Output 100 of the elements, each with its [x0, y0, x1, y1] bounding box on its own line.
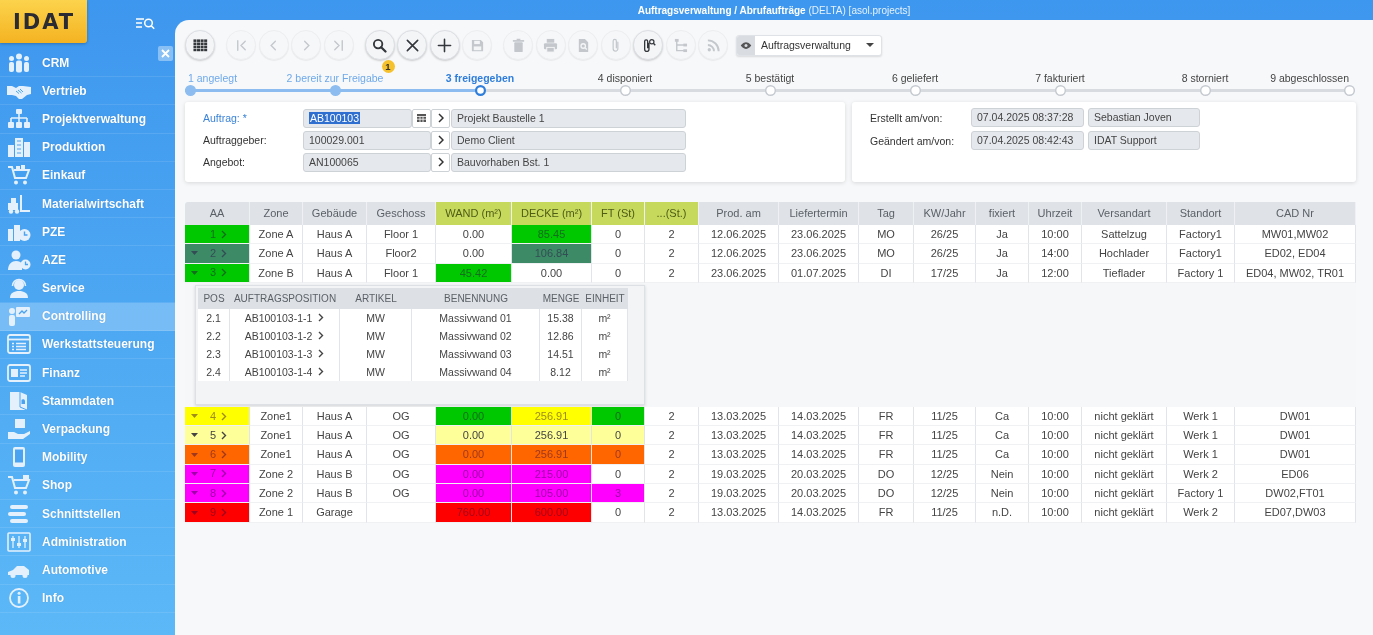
open-button[interactable] [431, 130, 450, 150]
table-cell: 2 [645, 484, 699, 504]
table-cell: 105.00 [512, 484, 592, 504]
row-number: 9 [209, 505, 217, 521]
input-field[interactable]: Sebastian Joven [1088, 108, 1200, 127]
close-icon [404, 37, 420, 53]
column-header[interactable]: Standort [1167, 202, 1235, 225]
table-cell: 12.06.2025 [699, 225, 779, 245]
table-cell: nicht geklärt [1082, 406, 1167, 427]
sidebar-item[interactable]: PZE [0, 218, 175, 247]
input-field[interactable]: AN100065 [303, 152, 431, 172]
status-step[interactable]: 4 disponiert [597, 71, 653, 85]
table-cell: 20.03.2025 [779, 484, 859, 504]
sidebar-item[interactable]: Materialwirtschaft [0, 189, 175, 219]
table-cell: 14.03.2025 [779, 426, 859, 446]
input-field[interactable]: AB100103 [303, 108, 412, 128]
input-field[interactable]: 100029.001 [303, 130, 431, 150]
menu-search-icon[interactable] [136, 17, 155, 30]
column-header[interactable]: KW/Jahr [914, 202, 976, 225]
row-number: 6 [209, 447, 217, 463]
chevron-right-icon [437, 113, 444, 123]
column-header[interactable]: fixiert [976, 202, 1029, 225]
table-cell: 2 [645, 445, 699, 465]
table-cell: 19.03.2025 [699, 464, 779, 485]
column-header[interactable]: BENENNUNG [412, 287, 540, 309]
table-cell: 23.06.2025 [779, 225, 859, 245]
chevron-right-icon [437, 157, 444, 167]
sidebar-item[interactable]: AZE [0, 246, 175, 275]
column-header[interactable]: Liefertermin [779, 202, 859, 225]
table-cell: 11/25 [914, 503, 976, 523]
table-cell: ED04, MW02, TR01 [1235, 263, 1356, 283]
status-step[interactable]: 5 bestätigt [745, 71, 795, 85]
table-cell: 14.03.2025 [779, 503, 859, 523]
table-cell: 12/25 [914, 464, 976, 485]
column-header[interactable]: Geschoss [367, 202, 436, 225]
column-header[interactable]: Uhrzeit [1029, 202, 1082, 225]
table-cell: 0 [592, 426, 645, 446]
table-cell: 0.00 [436, 464, 512, 485]
column-header[interactable]: WAND (m²) [436, 202, 512, 225]
table-cell: Floor2 [367, 244, 436, 264]
table-cell: DO [859, 484, 914, 504]
table-cell: 10:00 [1029, 445, 1082, 465]
add-button[interactable] [429, 30, 460, 60]
table-cell: Garage [303, 503, 367, 523]
column-header[interactable]: Gebäude [303, 202, 367, 225]
field-label: Angebot: [203, 156, 247, 168]
sidebar-item[interactable]: Projektverwaltung [0, 105, 175, 134]
table-cell: Factory1 [1167, 225, 1235, 245]
status-step[interactable]: 3 freigegeben [445, 71, 515, 85]
input-field[interactable]: IDAT Support [1088, 131, 1200, 150]
column-header[interactable]: ARTIKEL [340, 287, 412, 309]
column-header[interactable]: Versandart [1082, 202, 1167, 225]
column-header[interactable]: Zone [250, 202, 303, 225]
column-header[interactable]: AA [185, 202, 250, 225]
sidebar-item[interactable]: Vertrieb [0, 77, 175, 106]
status-step[interactable]: 8 storniert [1181, 71, 1229, 85]
table-cell: Zone1 [250, 426, 303, 446]
table-cell: Haus A [303, 445, 367, 465]
input-field[interactable]: 07.04.2025 08:37:28 [971, 108, 1084, 127]
column-header[interactable]: DECKE (m²) [512, 202, 592, 225]
table-cell: 256.91 [512, 445, 592, 465]
column-header[interactable]: MENGE [540, 287, 582, 309]
column-header[interactable]: Prod. am [699, 202, 779, 225]
table-cell: Factory 1 [1167, 484, 1235, 504]
view-dropdown[interactable]: Auftragsverwaltung [736, 34, 882, 56]
picker-button[interactable] [412, 108, 431, 128]
column-header[interactable]: FT (St) [592, 202, 645, 225]
table-view-button[interactable] [185, 30, 215, 60]
input-field[interactable]: Projekt Baustelle 1 [451, 108, 686, 128]
caret-down-icon[interactable] [191, 433, 198, 438]
column-header[interactable]: ...(St.) [645, 202, 699, 225]
status-step[interactable]: 6 geliefert [891, 71, 939, 85]
table-cell: 10:00 [1029, 484, 1082, 504]
open-button[interactable] [431, 108, 450, 128]
table-cell: Zone1 [250, 445, 303, 465]
open-button[interactable] [431, 152, 450, 172]
table-cell: 19.03.2025 [699, 484, 779, 504]
sidebar-item[interactable]: Service [0, 274, 175, 303]
status-step[interactable]: 7 fakturiert [1035, 71, 1085, 85]
column-header[interactable]: CAD Nr [1235, 202, 1356, 225]
input-field[interactable]: 07.04.2025 08:42:43 [971, 131, 1084, 150]
input-field[interactable]: Demo Client [451, 130, 686, 150]
column-header[interactable]: EINHEIT [582, 287, 628, 309]
caret-down-icon [866, 43, 874, 47]
table-cell: 10:00 [1029, 503, 1082, 523]
column-header[interactable]: AUFTRAGSPOSITION [230, 287, 340, 309]
sidebar-item[interactable]: Einkauf [0, 161, 175, 190]
table-cell: n.D. [976, 503, 1029, 523]
search-button[interactable] [364, 30, 395, 60]
table-cell: Haus A [303, 263, 367, 283]
sidebar-item[interactable]: Produktion [0, 133, 175, 162]
clear-button[interactable] [397, 30, 427, 60]
column-header[interactable]: Tag [859, 202, 914, 225]
input-field[interactable]: Bauvorhaben Bst. 1 [451, 152, 686, 172]
table-cell: Ja [976, 244, 1029, 264]
sidebar-item[interactable]: CRM [0, 49, 175, 78]
close-button[interactable] [158, 46, 173, 61]
column-header[interactable]: POS [198, 287, 230, 309]
attachment-search-button[interactable] [633, 30, 663, 60]
status-step[interactable]: 9 abgeschlossen [1270, 71, 1349, 85]
